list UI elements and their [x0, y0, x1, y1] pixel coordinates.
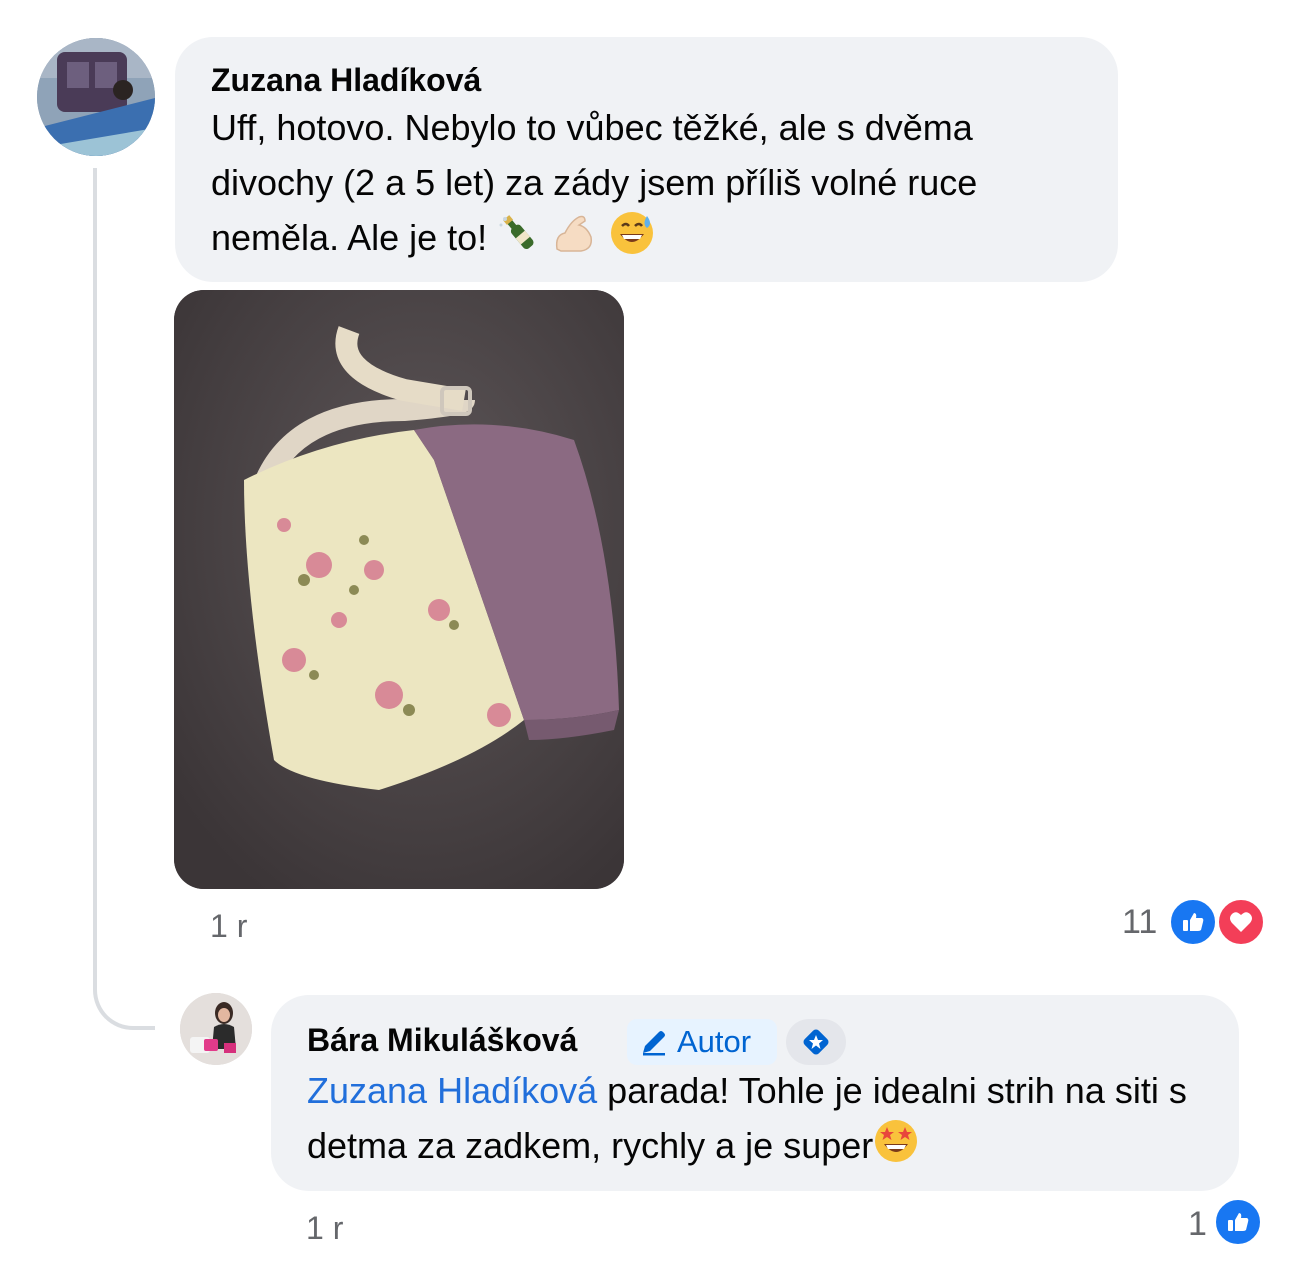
avatar[interactable]: [180, 993, 252, 1065]
pencil-icon: [643, 1031, 665, 1056]
author-badge: Autor: [627, 1019, 777, 1065]
reaction-count[interactable]: 11: [1122, 903, 1157, 942]
champagne-bottle-icon: [497, 211, 541, 270]
comment-text: Zuzana Hladíková parada! Tohle je idealn…: [307, 1063, 1227, 1179]
comment-author[interactable]: Zuzana Hladíková: [211, 62, 481, 99]
avatar[interactable]: [37, 38, 155, 156]
attached-photo[interactable]: [174, 290, 624, 889]
flexed-biceps-icon: [551, 211, 599, 270]
comment-text: Uff, hotovo. Nebylo to vůbec těžké, ale …: [211, 100, 1101, 271]
verified-badge-icon: [786, 1019, 846, 1065]
star-struck-face-icon: [873, 1118, 919, 1179]
comment-timestamp[interactable]: 1 r: [306, 1210, 343, 1247]
reaction-count[interactable]: 1: [1188, 1205, 1207, 1244]
love-reaction-icon[interactable]: [1216, 897, 1266, 947]
mention-link[interactable]: Zuzana Hladíková: [307, 1070, 597, 1111]
author-badge-label: Autor: [677, 1024, 752, 1059]
like-reaction-icon[interactable]: [1168, 897, 1218, 947]
comment-author[interactable]: Bára Mikulášková: [307, 1022, 577, 1059]
grinning-sweat-face-icon: [609, 210, 655, 271]
like-reaction-icon[interactable]: [1213, 1197, 1263, 1247]
comment-timestamp[interactable]: 1 r: [210, 908, 247, 945]
thread-connector-line: [93, 168, 155, 1030]
